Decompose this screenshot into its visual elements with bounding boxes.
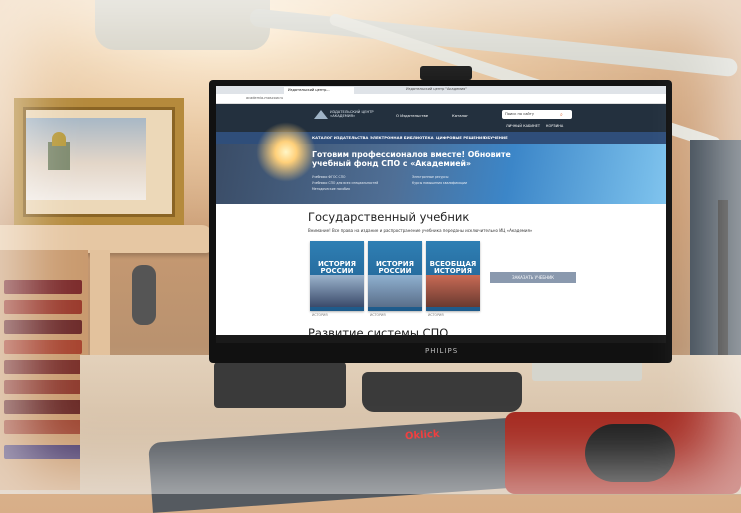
nav-item-catalog[interactable]: КАТАЛОГ ИЗДАТЕЛЬСТВА (312, 135, 368, 140)
order-textbook-button[interactable]: ЗАКАЗАТЬ УЧЕБНИК (490, 272, 576, 283)
screen: Издательский центр... Издательский центр… (216, 86, 666, 342)
browser-tab[interactable]: Издательский центр... (284, 87, 354, 94)
monitor-stand (362, 372, 522, 412)
address-text[interactable]: academia-moscow.ru (246, 96, 283, 100)
window-title: Издательский центр "Академия" (406, 87, 467, 91)
cart-link[interactable]: КОРЗИНА (546, 124, 563, 128)
hero-glow (256, 122, 316, 182)
book-caption: ИСТОРИЯ (428, 313, 444, 317)
hero-title: Готовим профессионалов вместе! Обновите … (312, 150, 511, 168)
address-bar[interactable] (216, 94, 666, 104)
book-spine (4, 445, 82, 459)
cassette (4, 320, 82, 334)
book-illustration (368, 275, 422, 307)
taskbar[interactable] (216, 335, 666, 343)
microphone (132, 265, 156, 325)
cassette (4, 300, 82, 314)
painting (26, 118, 146, 200)
book-illustration (310, 275, 364, 307)
book-cover[interactable]: ИСТОРИЯ РОССИИ (310, 241, 364, 311)
cassette (4, 360, 82, 374)
book-illustration (426, 275, 480, 307)
hero-bullet: Методические пособия (312, 187, 350, 191)
painting-dome (52, 132, 66, 146)
book-title: ИСТОРИЯ РОССИИ (375, 260, 415, 275)
book-title: ИСТОРИЯ РОССИИ (317, 260, 357, 275)
nav-item-library[interactable]: ЭЛЕКТРОННАЯ БИБЛИОТЕКА (370, 135, 434, 140)
book-cover[interactable]: ВСЕОБЩАЯ ИСТОРИЯ (426, 241, 480, 311)
desk-lamp (95, 0, 270, 50)
hero-bullet: Курсы повышения квалификации (412, 181, 468, 185)
nav-item-digital[interactable]: ЦИФРОВЫЕ РЕШЕНИЯ (436, 135, 485, 140)
speaker (214, 362, 346, 408)
hero-bullet: Электронные ресурсы (412, 175, 449, 179)
search-icon[interactable]: ⌕ (560, 112, 563, 118)
cassette (4, 340, 82, 354)
monitor-brand: PHILIPS (425, 347, 459, 355)
book-caption: ИСТОРИЯ (312, 313, 328, 317)
mouse (585, 424, 675, 482)
cassette (4, 400, 82, 414)
account-link[interactable]: ЛИЧНЫЙ КАБИНЕТ (506, 124, 540, 128)
painting-church (48, 142, 70, 170)
shelf-top (0, 225, 212, 253)
hero-bullet: Учебники ФГОС СПО (312, 175, 346, 179)
section-title: Государственный учебник (308, 210, 470, 224)
header-link-catalog[interactable]: Каталог (452, 113, 468, 118)
cassette (4, 420, 82, 434)
cassette (4, 280, 82, 294)
logo-text[interactable]: ИЗДАТЕЛЬСКИЙ ЦЕНТР «АКАДЕМИЯ» (330, 110, 390, 119)
book-title: ВСЕОБЩАЯ ИСТОРИЯ (429, 260, 477, 275)
notice-text: Внимание! Все права на издание и распрос… (308, 228, 533, 233)
webcam (420, 66, 472, 80)
book-caption: ИСТОРИЯ (370, 313, 386, 317)
book-cover[interactable]: ИСТОРИЯ РОССИИ (368, 241, 422, 311)
cassette (4, 380, 82, 394)
nav-item-training[interactable]: ОБУЧЕНИЕ (484, 135, 508, 140)
hero-bullet: Учебники СПО для всех специальностей (312, 181, 379, 185)
header-link-about[interactable]: О Издательстве (396, 113, 428, 118)
